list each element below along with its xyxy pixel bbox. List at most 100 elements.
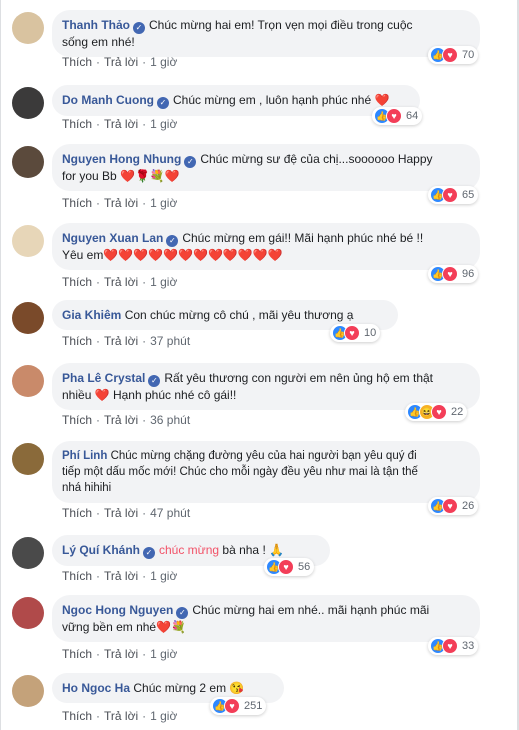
comment-bubble: Nguyen Xuan Lan ✓ Chúc mừng em gái!! Mãi h… (52, 223, 480, 270)
love-reaction-icon: ♥ (442, 47, 458, 63)
comment-bubble: Ngoc Hong Nguyen ✓ Chúc mừng hai em nhé.. … (52, 595, 480, 642)
comment-text-line2: Yêu em❤️❤️❤️❤️❤️❤️❤️❤️❤️❤️❤️❤️ (62, 248, 283, 262)
reaction-count: 70 (462, 49, 475, 61)
comment-author[interactable]: Lý Quí Khánh (62, 543, 140, 557)
avatar[interactable] (12, 302, 44, 334)
reply-link[interactable]: Trả lời (104, 647, 138, 661)
comment-author[interactable]: Nguyen Hong Nhung (62, 152, 181, 166)
comment-actions: Thích · Trả lời · 1 giờ (62, 647, 178, 661)
reactions-summary[interactable]: 👍 ♥ 65 (428, 186, 479, 204)
love-reaction-icon: ♥ (442, 266, 458, 282)
comment-author[interactable]: Nguyen Xuan Lan (62, 231, 163, 245)
comment-bubble: Thanh Thảo ✓ Chúc mừng hai em! Trọn vẹn mọ… (52, 10, 480, 57)
reactions-summary[interactable]: 👍 ♥ 64 (372, 107, 423, 125)
like-link[interactable]: Thích (62, 334, 92, 348)
reaction-count: 33 (462, 640, 475, 652)
reactions-summary[interactable]: 👍 ♥ 70 (428, 46, 479, 64)
comment-text-line2: tiếp một dấu mốc mới! Chúc cho mỗi ngày … (62, 466, 418, 478)
comment-actions: Thích · Trả lời · 1 giờ (62, 196, 178, 210)
comment-bubble: Do Manh Cuong ✓ Chúc mừng em , luôn hạnh p… (52, 85, 420, 116)
love-reaction-icon: ♥ (442, 498, 458, 514)
timestamp[interactable]: 1 giờ (150, 55, 177, 69)
timestamp[interactable]: 1 giờ (150, 569, 177, 583)
comment-actions: Thích · Trả lời · 47 phút (62, 506, 191, 520)
timestamp[interactable]: 1 giờ (150, 275, 177, 289)
avatar[interactable] (12, 12, 44, 44)
avatar[interactable] (12, 146, 44, 178)
reaction-count: 65 (462, 189, 475, 201)
reaction-count: 56 (298, 561, 311, 573)
reaction-count: 64 (406, 110, 419, 122)
like-link[interactable]: Thích (62, 275, 92, 289)
love-reaction-icon: ♥ (278, 559, 294, 575)
comment-text-line2: sống em nhé! (62, 35, 135, 49)
comment-author[interactable]: Ngoc Hong Nguyen (62, 603, 173, 617)
verified-badge-icon: ✓ (148, 375, 161, 387)
like-link[interactable]: Thích (62, 569, 92, 583)
verified-badge-icon: ✓ (156, 97, 169, 109)
like-link[interactable]: Thích (62, 413, 92, 427)
avatar[interactable] (12, 225, 44, 257)
reply-link[interactable]: Trả lời (104, 275, 138, 289)
timestamp[interactable]: 1 giờ (150, 709, 177, 723)
avatar[interactable] (12, 537, 44, 569)
avatar[interactable] (12, 675, 44, 707)
reply-link[interactable]: Trả lời (104, 334, 138, 348)
reply-link[interactable]: Trả lời (104, 709, 138, 723)
comment-author[interactable]: Pha Lê Crystal (62, 371, 145, 385)
like-link[interactable]: Thích (62, 709, 92, 723)
avatar[interactable] (12, 597, 44, 629)
verified-badge-icon: ✓ (133, 22, 145, 34)
reactions-summary[interactable]: 👍 😆 ♥ 22 (405, 403, 468, 421)
reply-link[interactable]: Trả lời (104, 117, 138, 131)
reply-link[interactable]: Trả lời (104, 506, 138, 520)
comment-author[interactable]: Ho Ngoc Ha (62, 681, 130, 695)
comment-text-line2: nhiều ❤️ Hạnh phúc nhé cô gái!! (62, 388, 237, 402)
love-reaction-icon: ♥ (344, 325, 360, 341)
mention-tag[interactable]: chúc mừng (159, 543, 219, 557)
reactions-summary[interactable]: 👍 ♥ 33 (428, 637, 479, 655)
comment-actions: Thích · Trả lời · 37 phút (62, 334, 191, 348)
reactions-summary[interactable]: 👍 ♥ 56 (264, 558, 315, 576)
comment-text: Chúc mừng sư đệ của chị...soooooo Happy (200, 152, 433, 166)
timestamp[interactable]: 1 giờ (150, 117, 177, 131)
timestamp[interactable]: 1 giờ (150, 647, 177, 661)
love-reaction-icon: ♥ (442, 638, 458, 654)
reactions-summary[interactable]: 👍 ♥ 10 (330, 324, 381, 342)
comment-author[interactable]: Gia Khiêm (62, 308, 121, 322)
reactions-summary[interactable]: 👍 ♥ 26 (428, 497, 479, 515)
like-link[interactable]: Thích (62, 55, 92, 69)
comment-author[interactable]: Do Manh Cuong (62, 93, 154, 107)
comment-text: bà nha ! 🙏 (222, 543, 285, 557)
reply-link[interactable]: Trả lời (104, 569, 138, 583)
comment-actions: Thích · Trả lời · 1 giờ (62, 569, 178, 583)
avatar[interactable] (12, 365, 44, 397)
comment-text-line2: for you Bb ❤️🌹💐❤️ (62, 169, 180, 183)
avatar[interactable] (12, 87, 44, 119)
like-link[interactable]: Thích (62, 506, 92, 520)
comment-text: Con chúc mừng cô chú , mãi yêu thương ạ (124, 308, 354, 322)
reply-link[interactable]: Trả lời (104, 413, 138, 427)
timestamp[interactable]: 47 phút (150, 506, 190, 520)
timestamp[interactable]: 37 phút (150, 334, 190, 348)
comment-bubble: Phí Linh Chúc mừng chặng đường yêu của h… (52, 441, 480, 503)
like-link[interactable]: Thích (62, 117, 92, 131)
like-link[interactable]: Thích (62, 196, 92, 210)
comment-actions: Thích · Trả lời · 1 giờ (62, 275, 178, 289)
love-reaction-icon: ♥ (431, 404, 447, 420)
comment-text: Chúc mừng em , luôn hạnh phúc nhé ❤️ (172, 93, 390, 107)
reaction-count: 22 (451, 406, 464, 418)
reactions-summary[interactable]: 👍 ♥ 251 (210, 697, 267, 715)
like-link[interactable]: Thích (62, 647, 92, 661)
reactions-summary[interactable]: 👍 ♥ 96 (428, 265, 479, 283)
comment-text: Rất yêu thương con người em nên ủng hộ e… (164, 371, 434, 385)
timestamp[interactable]: 1 giờ (150, 196, 177, 210)
comment-author[interactable]: Phí Linh (62, 450, 107, 462)
reaction-count: 26 (462, 500, 475, 512)
timestamp[interactable]: 36 phút (150, 413, 190, 427)
reply-link[interactable]: Trả lời (104, 196, 138, 210)
comment-author[interactable]: Thanh Thảo (62, 18, 130, 32)
comment-actions: Thích · Trả lời · 1 giờ (62, 709, 178, 723)
reply-link[interactable]: Trả lời (104, 55, 138, 69)
avatar[interactable] (12, 443, 44, 475)
